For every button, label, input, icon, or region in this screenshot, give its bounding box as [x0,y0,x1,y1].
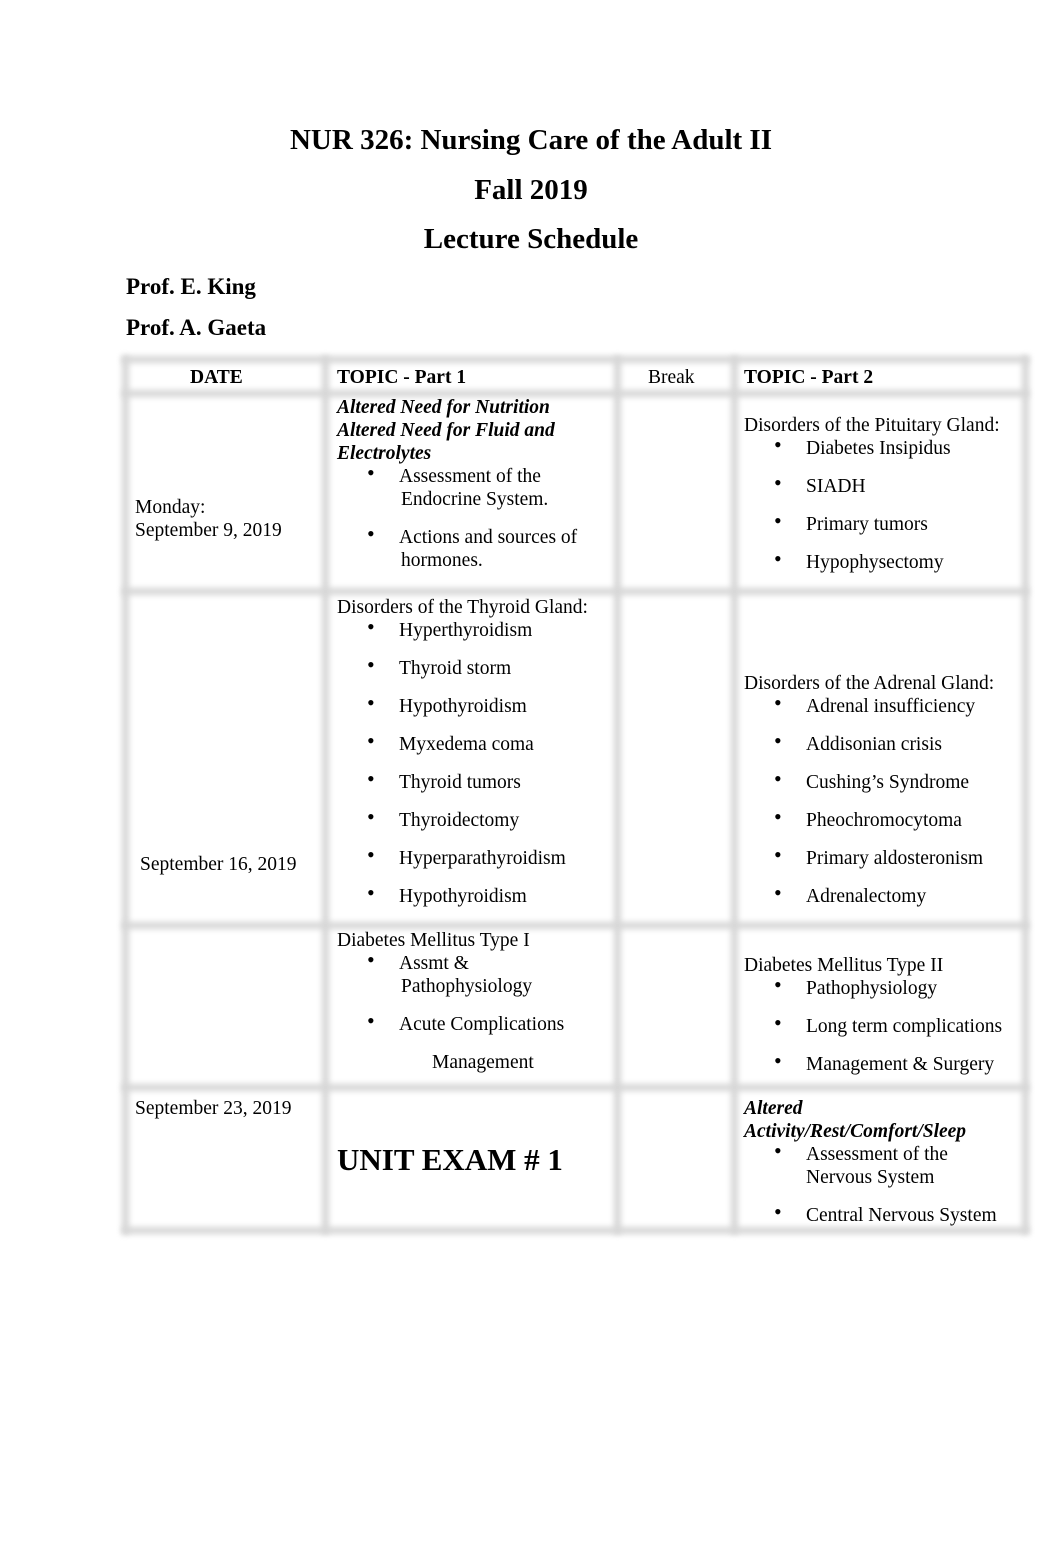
topic-heading: Diabetes Mellitus Type II [744,955,944,976]
subtopic-item: Adrenal insufficiency [744,691,1029,718]
professor-name: Prof. A. Gaeta [126,315,267,340]
topic-heading: Activity/Rest/Comfort/Sleep [744,1121,967,1142]
subtopic-item: SIADH [744,471,1029,498]
subtopic-item: Thyroid tumors [337,767,617,794]
subtopic-item: Cushing’s Syndrome [744,767,1029,794]
row-2-date: September 16, 2019 [140,854,297,875]
subtopic-item: Addisonian crisis [744,729,1029,756]
header-topic-part-2: TOPIC - Part 2 [744,367,874,388]
subtopic-text: Endocrine System. [401,489,549,510]
subtopic-text: Nervous System [806,1167,935,1188]
topic-heading: Altered Need for Fluid and [337,420,555,441]
subtopic-list: Assessment of theEndocrine System. Actio… [337,461,617,572]
topic-heading: Altered [744,1098,803,1119]
subtopic-list: Hyperthyroidism Thyroid storm Hypothyroi… [337,615,617,908]
topic-heading: Disorders of the Thyroid Gland: [337,597,588,618]
subtopic-text: Actions and sources of [399,527,578,548]
subtopic-list: Assmt &Pathophysiology Acute Complicatio… [337,948,617,1036]
subtopic-item: Primary tumors [744,509,1029,536]
subtopic-continuation: Management [432,1052,534,1073]
topic-heading: Diabetes Mellitus Type I [337,930,530,951]
subtopic-item: Assmt &Pathophysiology [337,948,617,998]
subtopic-item: Thyroid storm [337,653,617,680]
row-3-topic-part-2: Diabetes Mellitus Type II Pathophysiolog… [744,954,1029,1091]
header-break: Break [648,367,695,388]
subtopic-list: Pathophysiology Long term complications … [744,973,1029,1076]
subtopic-item: Management & Surgery [744,1049,1029,1076]
subtopic-item: Adrenalectomy [744,881,1029,908]
row-2-topic-part-1: Disorders of the Thyroid Gland: Hyperthy… [337,596,617,923]
row-4-date: September 23, 2019 [135,1098,292,1119]
subtopic-item: Long term complications [744,1011,1029,1038]
subtopic-item: Hyperthyroidism [337,615,617,642]
header-topic-part-1: TOPIC - Part 1 [337,367,467,388]
row-3-topic-part-1: Diabetes Mellitus Type I Assmt &Pathophy… [337,929,617,1074]
subtopic-text: Assmt & [399,953,469,974]
row-2-topic-part-2: Disorders of the Adrenal Gland: Adrenal … [744,672,1029,923]
table-border [122,356,1029,363]
subtopic-text: hormones. [401,550,483,571]
subtopic-text: Assessment of the [399,466,541,487]
subtopic-text: Assessment of the [806,1144,948,1165]
subtopic-item: Pathophysiology [744,973,1029,1000]
subtopic-item: Thyroidectomy [337,805,617,832]
table-border [322,356,329,1234]
subtopic-item: Diabetes Insipidus [744,433,1029,460]
topic-heading: Disorders of the Adrenal Gland: [744,673,995,694]
subtopic-list: Assessment of theNervous System Central … [744,1139,1029,1227]
subtopic-item: Assessment of theEndocrine System. [337,461,617,511]
table-border [731,356,738,1234]
subtopic-item: Hypophysectomy [744,547,1029,574]
table-border [122,922,1029,929]
unit-exam-label: UNIT EXAM # 1 [337,1142,563,1177]
date-day: Monday: [135,497,206,518]
table-border [122,356,129,1234]
row-1-topic-part-2: Disorders of the Pituitary Gland: Diabet… [744,414,1029,589]
course-title: NUR 326: Nursing Care of the Adult II [289,124,772,156]
date-text: September 9, 2019 [135,520,282,541]
subtopic-item: Actions and sources ofhormones. [337,522,617,572]
semester-title: Fall 2019 [474,174,588,206]
table-border [122,588,1029,595]
header-date: DATE [190,367,243,388]
subtopic-item: Central Nervous System [744,1200,1029,1227]
subtopic-item: Hypothyroidism [337,881,617,908]
subtopic-text: Pathophysiology [401,976,533,997]
row-4-topic-part-2: Altered Activity/Rest/Comfort/Sleep Asse… [744,1097,1029,1242]
subtopic-list: Adrenal insufficiency Addisonian crisis … [744,691,1029,908]
subtopic-item: Pheochromocytoma [744,805,1029,832]
subtopic-item: Acute Complications [337,1009,617,1036]
topic-heading: Disorders of the Pituitary Gland: [744,415,1000,436]
subtopic-item: Hyperparathyroidism [337,843,617,870]
topic-heading: Altered Need for Nutrition [337,397,550,418]
row-1-topic-part-1: Altered Need for Nutrition Altered Need … [337,396,617,587]
subtopic-item: Hypothyroidism [337,691,617,718]
subtopic-item: Assessment of theNervous System [744,1139,1029,1189]
topic-heading: Electrolytes [337,443,432,464]
subtopic-item: Primary aldosteronism [744,843,1029,870]
subtopic-item: Myxedema coma [337,729,617,756]
subtopic-list: Diabetes Insipidus SIADH Primary tumors … [744,433,1029,574]
professor-name: Prof. E. King [126,274,256,299]
schedule-title: Lecture Schedule [423,223,639,255]
row-1-date: Monday: September 9, 2019 [135,496,282,542]
